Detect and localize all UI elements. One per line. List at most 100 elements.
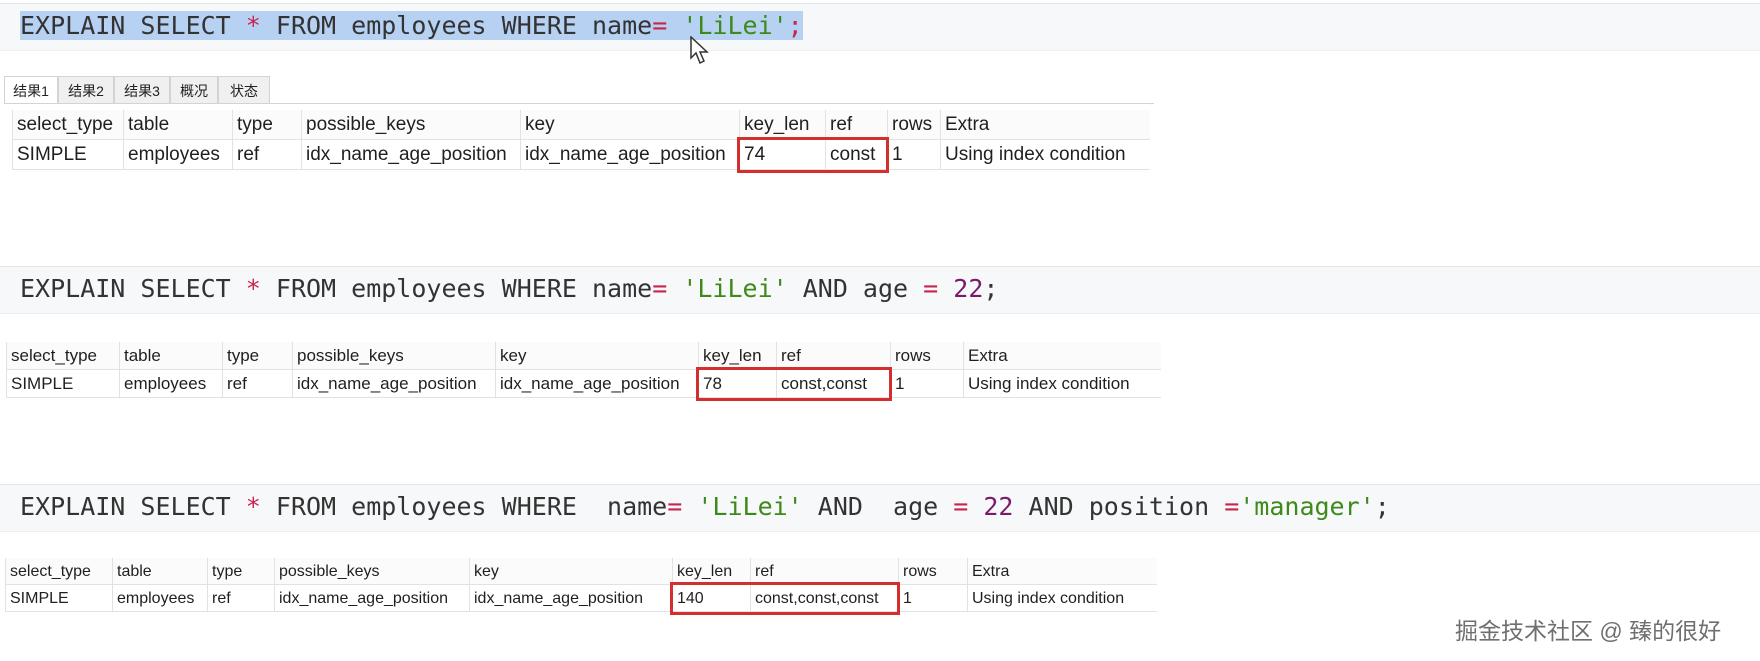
column-header-table[interactable]: table (119, 342, 222, 369)
column-header-ref[interactable]: ref (750, 558, 898, 584)
column-header-possible-keys[interactable]: possible_keys (301, 110, 520, 139)
cell-extra: Using index condition (940, 140, 1150, 169)
column-header-ref[interactable]: ref (825, 110, 887, 139)
tab-result-3[interactable]: 结果3 (114, 76, 170, 104)
column-header-key[interactable]: key (520, 110, 739, 139)
cell-possible-keys: idx_name_age_position (301, 140, 520, 169)
cell-select-type: SIMPLE (5, 585, 112, 611)
column-header-ref[interactable]: ref (776, 342, 890, 369)
column-header-table[interactable]: table (112, 558, 207, 584)
explain-comparison-screenshot: { "queries": [ { "tokens": [ {"t": "EXPL… (0, 0, 1760, 661)
sql-token: EXPLAIN SELECT (20, 11, 246, 40)
sql-token: * (245, 492, 261, 521)
sql-token: = (652, 11, 668, 40)
highlight-box (696, 367, 892, 401)
sql-token: = (923, 274, 939, 303)
mouse-cursor-icon (690, 36, 709, 65)
cell-table: employees (123, 140, 232, 169)
cell-select-type: SIMPLE (6, 370, 119, 397)
result-grid-1: select_type table type possible_keys key key_… (12, 110, 1150, 173)
tab-result-1[interactable]: 结果1 (4, 76, 58, 104)
sql-token: * (245, 11, 261, 40)
sql-token: 22 (983, 492, 1014, 521)
sql-token: FROM employees WHERE name (260, 11, 653, 40)
table-row[interactable]: SIMPLE employees ref idx_name_age_position i… (5, 585, 1157, 612)
tab-result-4[interactable]: 概况 (170, 76, 218, 104)
column-header-extra[interactable]: Extra (940, 110, 1150, 139)
sql-token: ; (787, 11, 803, 40)
sql-token: 'LiLei' (697, 492, 803, 521)
highlight-box (737, 137, 889, 173)
sql-token: = (652, 274, 668, 303)
column-header-key[interactable]: key (469, 558, 672, 584)
sql-editor-line-2[interactable]: EXPLAIN SELECT * FROM employees WHERE na… (0, 266, 1760, 314)
table-header-row: select_type table type possible_keys key key_… (12, 110, 1150, 140)
sql-token: 'LiLei' (682, 274, 788, 303)
sql-query-3[interactable]: EXPLAIN SELECT * FROM employees WHERE na… (20, 491, 1390, 523)
cell-type: ref (232, 140, 301, 169)
tab-result-2[interactable]: 结果2 (58, 76, 114, 104)
cell-type: ref (207, 585, 274, 611)
sql-query-1[interactable]: EXPLAIN SELECT * FROM employees WHERE na… (20, 10, 803, 42)
sql-token: 'manager' (1239, 492, 1375, 521)
column-header-key-len[interactable]: key_len (698, 342, 776, 369)
tabs-divider (4, 103, 1154, 104)
column-header-type[interactable]: type (232, 110, 301, 139)
cell-possible-keys: idx_name_age_position (274, 585, 469, 611)
cell-key: idx_name_age_position (469, 585, 672, 611)
result-grid-3: select_type table type possible_keys key key_… (5, 558, 1157, 615)
sql-token: ; (1374, 492, 1390, 521)
column-header-possible-keys[interactable]: possible_keys (274, 558, 469, 584)
column-header-type[interactable]: type (222, 342, 292, 369)
sql-token: = (953, 492, 969, 521)
sql-token: ; (983, 274, 999, 303)
sql-editor-line-1[interactable]: EXPLAIN SELECT * FROM employees WHERE na… (0, 3, 1760, 51)
sql-token: AND age (802, 492, 954, 521)
cell-select-type: SIMPLE (12, 140, 123, 169)
text-selection: EXPLAIN SELECT * FROM employees WHERE na… (20, 11, 803, 40)
column-header-key-len[interactable]: key_len (672, 558, 750, 584)
sql-query-2[interactable]: EXPLAIN SELECT * FROM employees WHERE na… (20, 273, 998, 305)
table-header-row: select_type table type possible_keys key key_… (5, 558, 1157, 585)
column-header-select-type[interactable]: select_type (6, 342, 119, 369)
column-header-table[interactable]: table (123, 110, 232, 139)
cell-extra: Using index condition (967, 585, 1157, 611)
sql-editor-line-3[interactable]: EXPLAIN SELECT * FROM employees WHERE na… (0, 484, 1760, 532)
watermark: 掘金技术社区 @ 臻的很好 (1455, 618, 1722, 644)
sql-token: = (1224, 492, 1240, 521)
table-row[interactable]: SIMPLE employees ref idx_name_age_position i… (12, 140, 1150, 170)
column-header-possible-keys[interactable]: possible_keys (292, 342, 495, 369)
tab-result-5[interactable]: 状态 (218, 76, 270, 104)
column-header-select-type[interactable]: select_type (5, 558, 112, 584)
table-header-row: select_type table type possible_keys key key_… (6, 342, 1161, 370)
result-grid-2: select_type table type possible_keys key key_… (6, 342, 1161, 401)
sql-token: = (667, 492, 683, 521)
table-row[interactable]: SIMPLE employees ref idx_name_age_position i… (6, 370, 1161, 398)
column-header-key[interactable]: key (495, 342, 698, 369)
column-header-rows[interactable]: rows (887, 110, 940, 139)
sql-token: AND age (787, 274, 924, 303)
column-header-rows[interactable]: rows (898, 558, 967, 584)
sql-token: * (245, 274, 261, 303)
cell-type: ref (222, 370, 292, 397)
cell-table: employees (119, 370, 222, 397)
cell-key: idx_name_age_position (495, 370, 698, 397)
column-header-key-len[interactable]: key_len (739, 110, 825, 139)
column-header-extra[interactable]: Extra (967, 558, 1157, 584)
cell-rows: 1 (887, 140, 940, 169)
cell-rows: 1 (890, 370, 963, 397)
cell-possible-keys: idx_name_age_position (292, 370, 495, 397)
column-header-rows[interactable]: rows (890, 342, 963, 369)
sql-token: EXPLAIN SELECT (20, 274, 246, 303)
column-header-type[interactable]: type (207, 558, 274, 584)
sql-token: FROM employees WHERE name (260, 492, 668, 521)
sql-token: FROM employees WHERE name (260, 274, 653, 303)
column-header-select-type[interactable]: select_type (12, 110, 123, 139)
column-header-extra[interactable]: Extra (963, 342, 1161, 369)
cell-key: idx_name_age_position (520, 140, 739, 169)
